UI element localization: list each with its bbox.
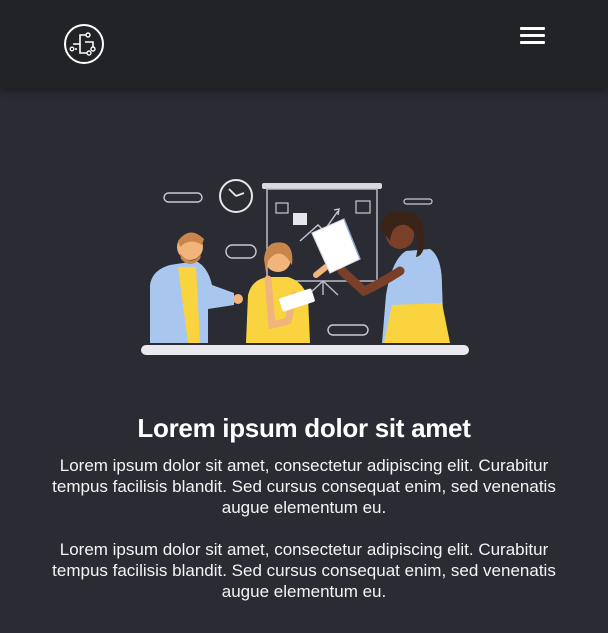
hamburger-menu-button[interactable] (518, 25, 548, 49)
menu-bar-line (520, 41, 545, 44)
team-meeting-illustration (141, 179, 469, 355)
hero-title: Lorem ipsum dolor sit amet (137, 413, 471, 443)
circuit-logo-icon[interactable] (63, 23, 105, 65)
top-navbar (0, 0, 608, 88)
hero-paragraph-2: Lorem ipsum dolor sit amet, consectetur … (52, 540, 556, 601)
hero-paragraph-1: Lorem ipsum dolor sit amet, consectetur … (52, 456, 556, 517)
menu-bar-line (520, 27, 545, 30)
menu-bar-line (520, 34, 545, 37)
